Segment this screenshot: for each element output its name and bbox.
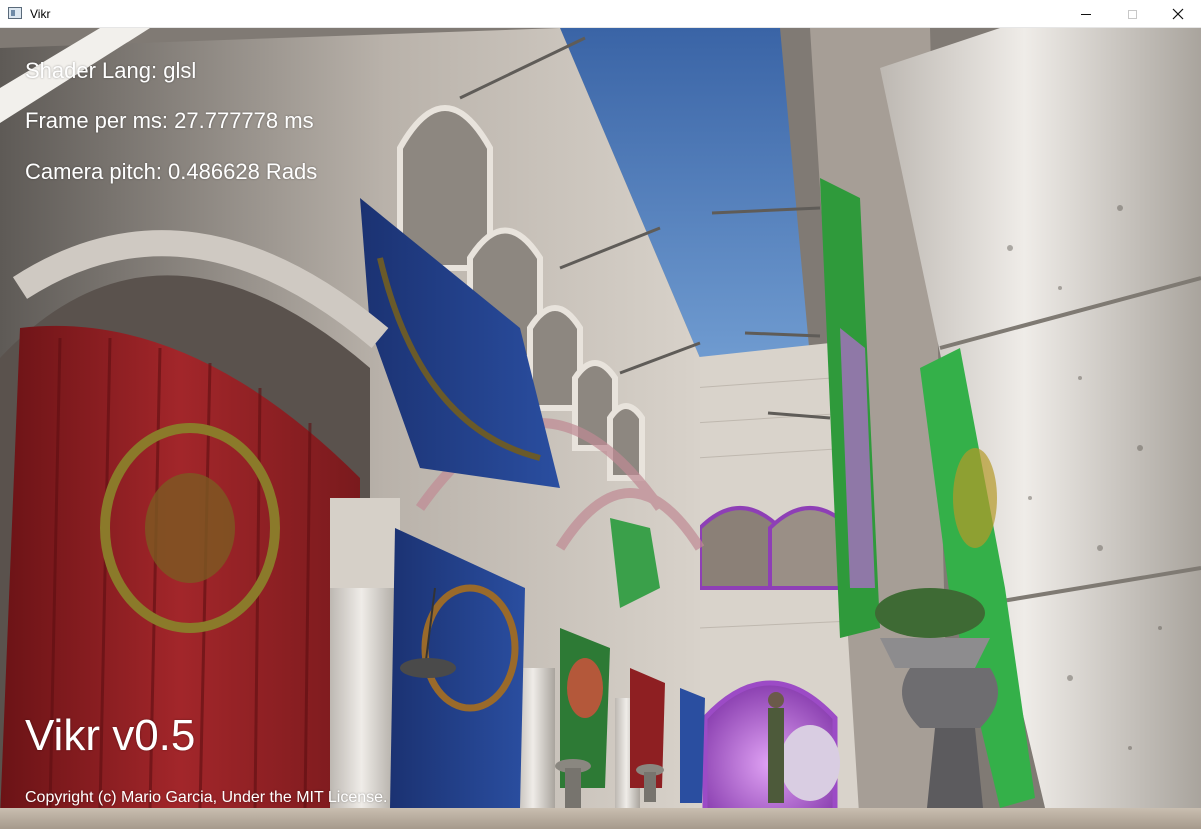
close-button[interactable] bbox=[1155, 0, 1201, 28]
window-title: Vikr bbox=[30, 7, 51, 21]
shader-lang-label: Shader Lang: glsl bbox=[25, 58, 197, 83]
window-title-bar[interactable]: Vikr bbox=[0, 0, 1201, 28]
version-label: Vikr v0.5 bbox=[25, 711, 196, 760]
maximize-icon bbox=[1127, 9, 1137, 19]
maximize-button[interactable] bbox=[1109, 0, 1155, 28]
frame-time-label: Frame per ms: 27.777778 ms bbox=[25, 108, 314, 133]
minimize-button[interactable] bbox=[1063, 0, 1109, 28]
app-window-icon bbox=[8, 7, 22, 19]
copyright-label: Copyright (c) Mario Garcia, Under the MI… bbox=[25, 789, 388, 806]
sponza-scene-render bbox=[0, 28, 1201, 829]
close-icon bbox=[1172, 8, 1184, 20]
minimize-icon bbox=[1081, 13, 1091, 15]
camera-pitch-label: Camera pitch: 0.486628 Rads bbox=[25, 159, 318, 184]
render-viewport[interactable]: Shader Lang: glsl Frame per ms: 27.77777… bbox=[0, 28, 1201, 829]
